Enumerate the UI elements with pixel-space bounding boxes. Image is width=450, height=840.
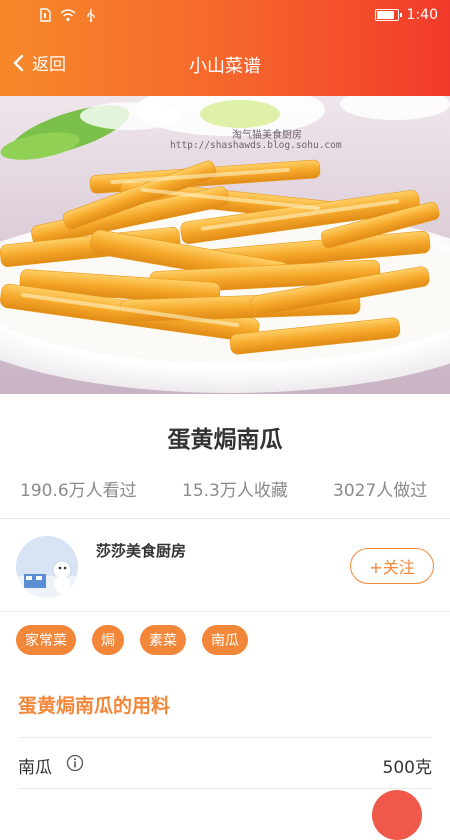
- avatar-image: [16, 536, 78, 598]
- battery-icon: [374, 9, 402, 21]
- battery-level: [376, 11, 395, 19]
- author-avatar[interactable]: [16, 536, 78, 598]
- divider: [18, 737, 432, 738]
- status-icons-right: 1:40: [374, 7, 438, 23]
- divider: [18, 788, 432, 789]
- status-time: 1:40: [406, 7, 438, 23]
- recipe-stats: 190.6万人看过 15.3万人收藏 3027人做过: [0, 476, 450, 504]
- tag-chip[interactable]: 家常菜: [16, 625, 76, 655]
- ingredient-row: 南瓜 500克: [18, 750, 432, 778]
- recipe-tags: 家常菜 焗 素菜 南瓜: [16, 625, 248, 655]
- ingredient-name: 南瓜: [18, 758, 52, 778]
- ingredients-section-title: 蛋黄焗南瓜的用料: [18, 695, 171, 717]
- info-icon[interactable]: [66, 754, 84, 772]
- tag-chip[interactable]: 南瓜: [202, 625, 248, 655]
- navbar: 返回 小山菜谱: [0, 34, 450, 94]
- favorites-count: 15.3万人收藏: [182, 481, 288, 501]
- wifi-icon: [60, 9, 76, 22]
- views-count: 190.6万人看过: [20, 481, 137, 501]
- divider: [0, 518, 450, 519]
- follow-button[interactable]: +关注: [350, 548, 434, 584]
- status-icons-left: [38, 8, 98, 22]
- tag-chip[interactable]: 素菜: [140, 625, 186, 655]
- ingredient-amount: 500克: [382, 758, 432, 778]
- divider: [0, 611, 450, 612]
- status-bar: 1:40: [0, 0, 450, 34]
- follow-label: +关注: [369, 558, 415, 577]
- made-count: 3027人做过: [333, 481, 428, 501]
- page-title: 小山菜谱: [189, 56, 261, 77]
- dish-photo: 淘气猫美食厨房 http://shashawds.blog.sohu.com: [0, 96, 450, 394]
- recipe-title: 蛋黄焗南瓜: [167, 427, 283, 453]
- watermark-url: http://shashawds.blog.sohu.com: [170, 140, 342, 151]
- author-name[interactable]: 莎莎美食厨房: [96, 540, 186, 561]
- floating-action-button[interactable]: [372, 790, 422, 840]
- sim-card-icon: [40, 8, 51, 22]
- app-header: 1:40 返回 小山菜谱: [0, 0, 450, 96]
- tag-chip[interactable]: 焗: [92, 625, 124, 655]
- recipe-hero-image: 淘气猫美食厨房 http://shashawds.blog.sohu.com: [0, 96, 450, 394]
- usb-icon: [87, 9, 95, 22]
